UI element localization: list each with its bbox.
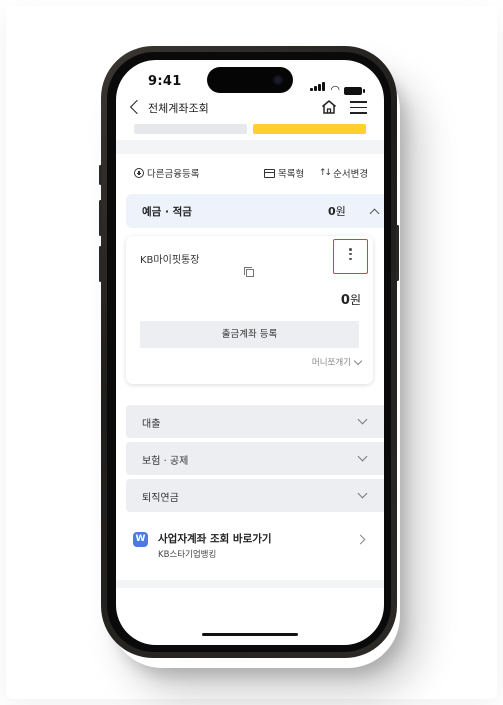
toolbar: 다른금융등록 목록형 ↑↓ 순서변경 <box>116 164 384 184</box>
more-vertical-icon <box>349 248 352 262</box>
account-balance: 0원 <box>340 293 361 308</box>
kb-star-business-icon: W <box>133 532 148 547</box>
yellow-bar[interactable] <box>253 124 366 134</box>
plus-circle-icon <box>134 168 144 178</box>
account-card[interactable]: KB마이핏통장 0원 출금계좌 등록 머니쪼개기 <box>126 236 373 384</box>
nav-bar: 전체계좌조회 <box>116 98 384 122</box>
divider <box>116 140 384 154</box>
menu-icon[interactable] <box>350 101 367 114</box>
chevron-up-icon <box>369 208 380 219</box>
add-other-finance-label: 다른금융등록 <box>147 169 200 180</box>
gray-bar <box>134 124 247 134</box>
home-icon[interactable] <box>320 98 338 116</box>
list-view-button[interactable]: 목록형 <box>264 166 304 180</box>
wifi-icon: ◠ <box>330 83 340 96</box>
deposit-section-amount: 0원 <box>328 205 346 218</box>
business-link-title: 사업자계좌 조회 바로가기 <box>158 533 272 545</box>
section-loan-label: 대출 <box>142 419 161 430</box>
deposit-section-title: 예금 · 적금 <box>142 206 192 218</box>
business-account-link[interactable]: W 사업자계좌 조회 바로가기 KB스타기업뱅킹 <box>116 528 384 568</box>
power-button <box>396 225 399 281</box>
section-insurance[interactable]: 보험 · 공제 <box>126 442 384 475</box>
chevron-down-icon <box>357 451 368 462</box>
chevron-down-icon <box>357 414 368 425</box>
list-view-label: 목록형 <box>278 169 305 180</box>
page-title: 전체계좌조회 <box>148 102 209 115</box>
add-other-finance-button[interactable]: 다른금융등록 <box>134 166 199 180</box>
chevron-down-icon <box>353 356 363 365</box>
divider <box>116 580 384 588</box>
sort-icon: ↑↓ <box>319 168 332 178</box>
home-indicator[interactable] <box>202 633 298 636</box>
business-link-subtitle: KB스타기업뱅킹 <box>158 550 217 560</box>
silent-switch <box>99 165 102 185</box>
more-options-button[interactable] <box>333 239 368 274</box>
volume-down-button <box>99 246 102 282</box>
reorder-label: 순서변경 <box>333 169 369 180</box>
money-split-label: 머니쪼개기 <box>311 358 351 368</box>
section-insurance-label: 보험 · 공제 <box>142 456 189 467</box>
battery-icon <box>344 87 365 95</box>
money-split-link[interactable]: 머니쪼개기 <box>311 356 363 368</box>
back-icon[interactable] <box>129 99 145 115</box>
reorder-button[interactable]: ↑↓ 순서변경 <box>319 166 368 180</box>
deposit-section-header[interactable]: 예금 · 적금 0원 <box>126 194 384 228</box>
list-view-icon <box>264 168 275 178</box>
phone-screen: 9:41 ◠ 전체계좌조회 다른금융등록 목록형 ↑↓ 순서변경 예금 · 적금… <box>116 60 384 645</box>
volume-up-button <box>99 200 102 236</box>
camera-icon <box>273 75 283 85</box>
register-withdraw-account-button[interactable]: 출금계좌 등록 <box>140 321 359 348</box>
account-name: KB마이핏통장 <box>140 255 200 266</box>
section-pension-label: 퇴직연금 <box>142 493 179 504</box>
section-loan[interactable]: 대출 <box>126 405 384 438</box>
section-pension[interactable]: 퇴직연금 <box>126 479 384 512</box>
dynamic-island <box>207 67 293 93</box>
top-banner-cutoff <box>116 124 384 136</box>
chevron-right-icon <box>355 534 366 545</box>
chevron-down-icon <box>357 488 368 499</box>
status-time: 9:41 <box>148 74 182 89</box>
status-icons: ◠ <box>310 76 365 96</box>
copy-icon[interactable] <box>244 267 254 277</box>
signal-icon <box>310 76 326 95</box>
